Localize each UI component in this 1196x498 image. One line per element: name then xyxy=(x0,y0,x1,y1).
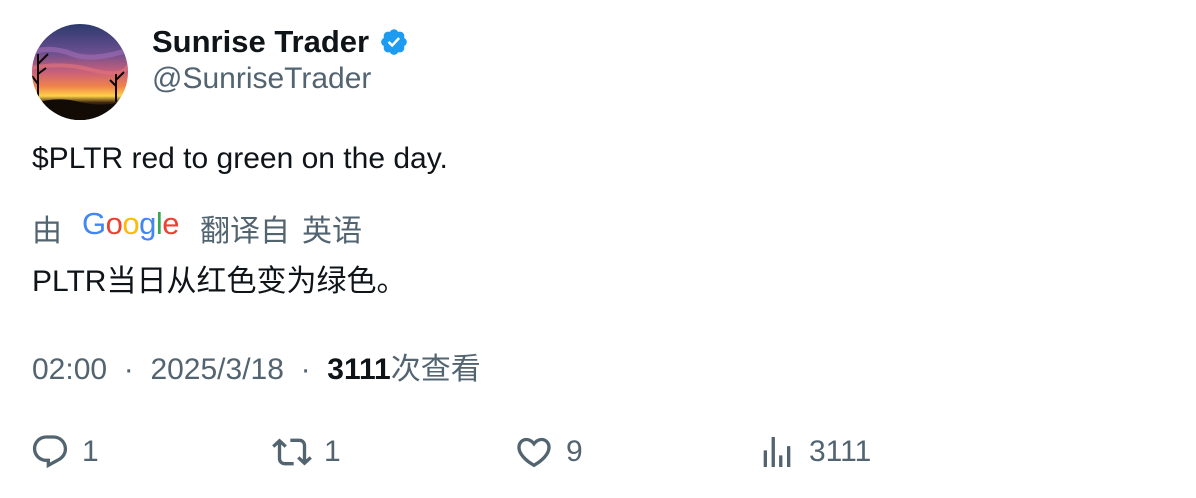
translated-tweet-text: PLTR当日从红色变为绿色。 xyxy=(32,265,407,298)
google-logo-icon: Google xyxy=(82,206,180,250)
heart-icon xyxy=(514,432,554,472)
author-display-name[interactable]: Sunrise Trader xyxy=(152,24,369,60)
svg-text:Google: Google xyxy=(82,206,179,241)
views-count: 3111 xyxy=(327,353,391,386)
author-name-row: Sunrise Trader xyxy=(152,22,409,62)
views-button[interactable]: 3111 xyxy=(757,432,871,472)
reply-count: 1 xyxy=(82,435,99,468)
views-label: 次查看 xyxy=(390,353,481,386)
source-language-label: 英语 xyxy=(302,215,362,248)
reply-button[interactable]: 1 xyxy=(30,432,99,472)
meta-separator: · xyxy=(115,353,143,386)
like-count: 9 xyxy=(566,435,583,468)
reply-icon xyxy=(30,432,70,472)
translated-by-label: 由 xyxy=(32,215,62,248)
like-button[interactable]: 9 xyxy=(514,432,583,472)
retweet-icon xyxy=(272,432,312,472)
tweet-date[interactable]: 2025/3/18 xyxy=(150,353,283,386)
tweet-meta: 02:00 · 2025/3/18 · 3111次查看 xyxy=(32,344,481,388)
tweet-text: $PLTR red to green on the day. xyxy=(32,142,448,175)
meta-separator: · xyxy=(292,353,319,386)
retweet-count: 1 xyxy=(324,435,341,468)
translated-from-label: 翻译自 xyxy=(200,215,290,248)
retweet-button[interactable]: 1 xyxy=(272,432,341,472)
avatar-sunset-image xyxy=(32,24,128,120)
author-handle[interactable]: @SunriseTrader xyxy=(152,62,371,96)
analytics-bar-icon xyxy=(757,432,797,472)
tweet-time[interactable]: 02:00 xyxy=(32,353,107,386)
views-action-count: 3111 xyxy=(809,435,872,468)
translation-attribution: 由 Google 翻译自 英语 xyxy=(32,206,362,250)
avatar[interactable] xyxy=(32,24,128,120)
verified-badge-icon[interactable] xyxy=(379,27,409,57)
